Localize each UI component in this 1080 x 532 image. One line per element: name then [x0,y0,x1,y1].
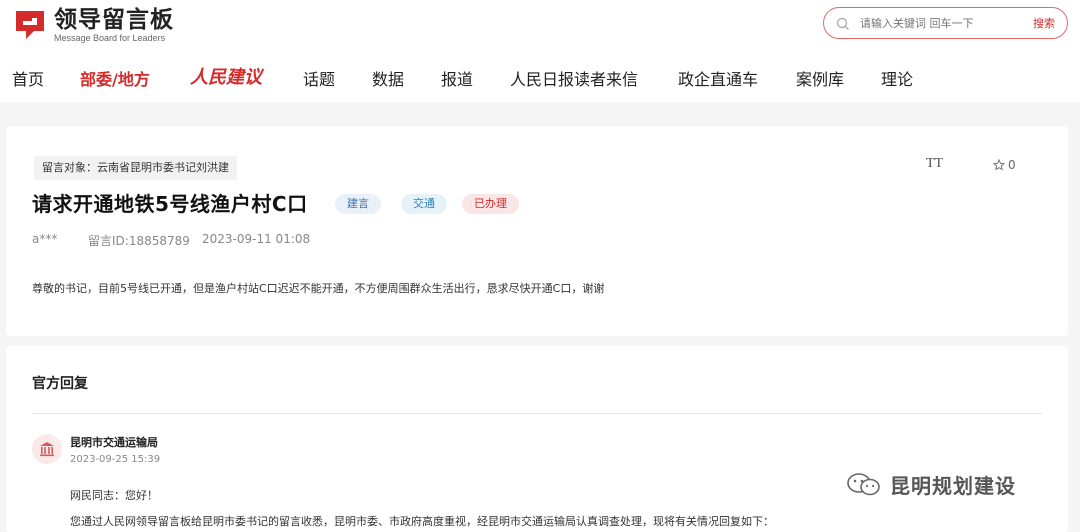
logo-mark-icon [12,7,48,43]
watermark-text: 昆明规划建设 [890,474,1016,498]
avatar [32,434,62,464]
reply-org-name: 昆明市交通运输局 [70,436,158,449]
nav-item-reports[interactable]: 报道 [441,66,473,90]
favorite-button[interactable]: 0 [993,158,1016,172]
nav-item-home[interactable]: 首页 [12,66,44,90]
nav-item-readers-letters[interactable]: 人民日报读者来信 [510,66,638,90]
status-badge: 已办理 [462,194,519,214]
watermark: 昆明规划建设 [846,470,1016,499]
nav-item-suggestions[interactable]: 人民建议 [190,63,262,89]
reply-card: 官方回复 昆明市交通运输局 2023-09-25 15:39 网民同志：您好！ … [6,346,1068,532]
nav-item-topics[interactable]: 话题 [303,66,335,90]
tag-suggestion[interactable]: 建言 [335,194,381,214]
nav-item-ministries[interactable]: 部委/地方 [80,66,150,90]
reply-paragraph: 您通过人民网领导留言板给昆明市委书记的留言收悉，昆明市委、市政府高度重视，经昆明… [70,515,774,528]
logo-title: 领导留言板 [54,6,174,33]
reply-heading: 官方回复 [32,376,88,392]
logo-subtitle: Message Board for Leaders [54,32,166,43]
message-id: 留言ID:18858789 [88,234,190,248]
government-building-icon [40,442,54,457]
message-card: 留言对象：云南省昆明市委书记刘洪建 TT 0 请求开通地铁5号线渔户村C口 建言… [6,126,1068,336]
divider [32,413,1042,414]
message-title: 请求开通地铁5号线渔户村C口 [32,192,308,216]
search-box: 搜索 [823,7,1068,39]
message-author: a*** [32,232,58,246]
reply-datetime: 2023-09-25 15:39 [70,454,161,465]
search-input[interactable] [860,16,1010,30]
search-icon [836,16,850,30]
tag-traffic[interactable]: 交通 [401,194,447,214]
wechat-icon [847,472,880,495]
site-logo[interactable]: 领导留言板 Message Board for Leaders [12,6,174,44]
star-icon [993,159,1005,171]
nav-item-cases[interactable]: 案例库 [796,66,844,90]
site-header: 领导留言板 Message Board for Leaders 搜索 首页 部委… [0,0,1080,102]
message-target: 留言对象：云南省昆明市委书记刘洪建 [34,156,237,180]
message-datetime: 2023-09-11 01:08 [202,232,311,246]
message-body: 尊敬的书记，目前5号线已开通，但是渔户村站C口迟迟不能开通，不方便周围群众生活出… [32,282,605,295]
nav-item-data[interactable]: 数据 [372,66,404,90]
font-size-icon[interactable]: TT [926,156,943,172]
search-button[interactable]: 搜索 [1033,15,1055,31]
nav-item-enterprise[interactable]: 政企直通车 [678,66,758,90]
reply-greeting: 网民同志：您好！ [70,489,158,502]
nav-item-theory[interactable]: 理论 [881,66,913,90]
star-count: 0 [1008,158,1016,172]
